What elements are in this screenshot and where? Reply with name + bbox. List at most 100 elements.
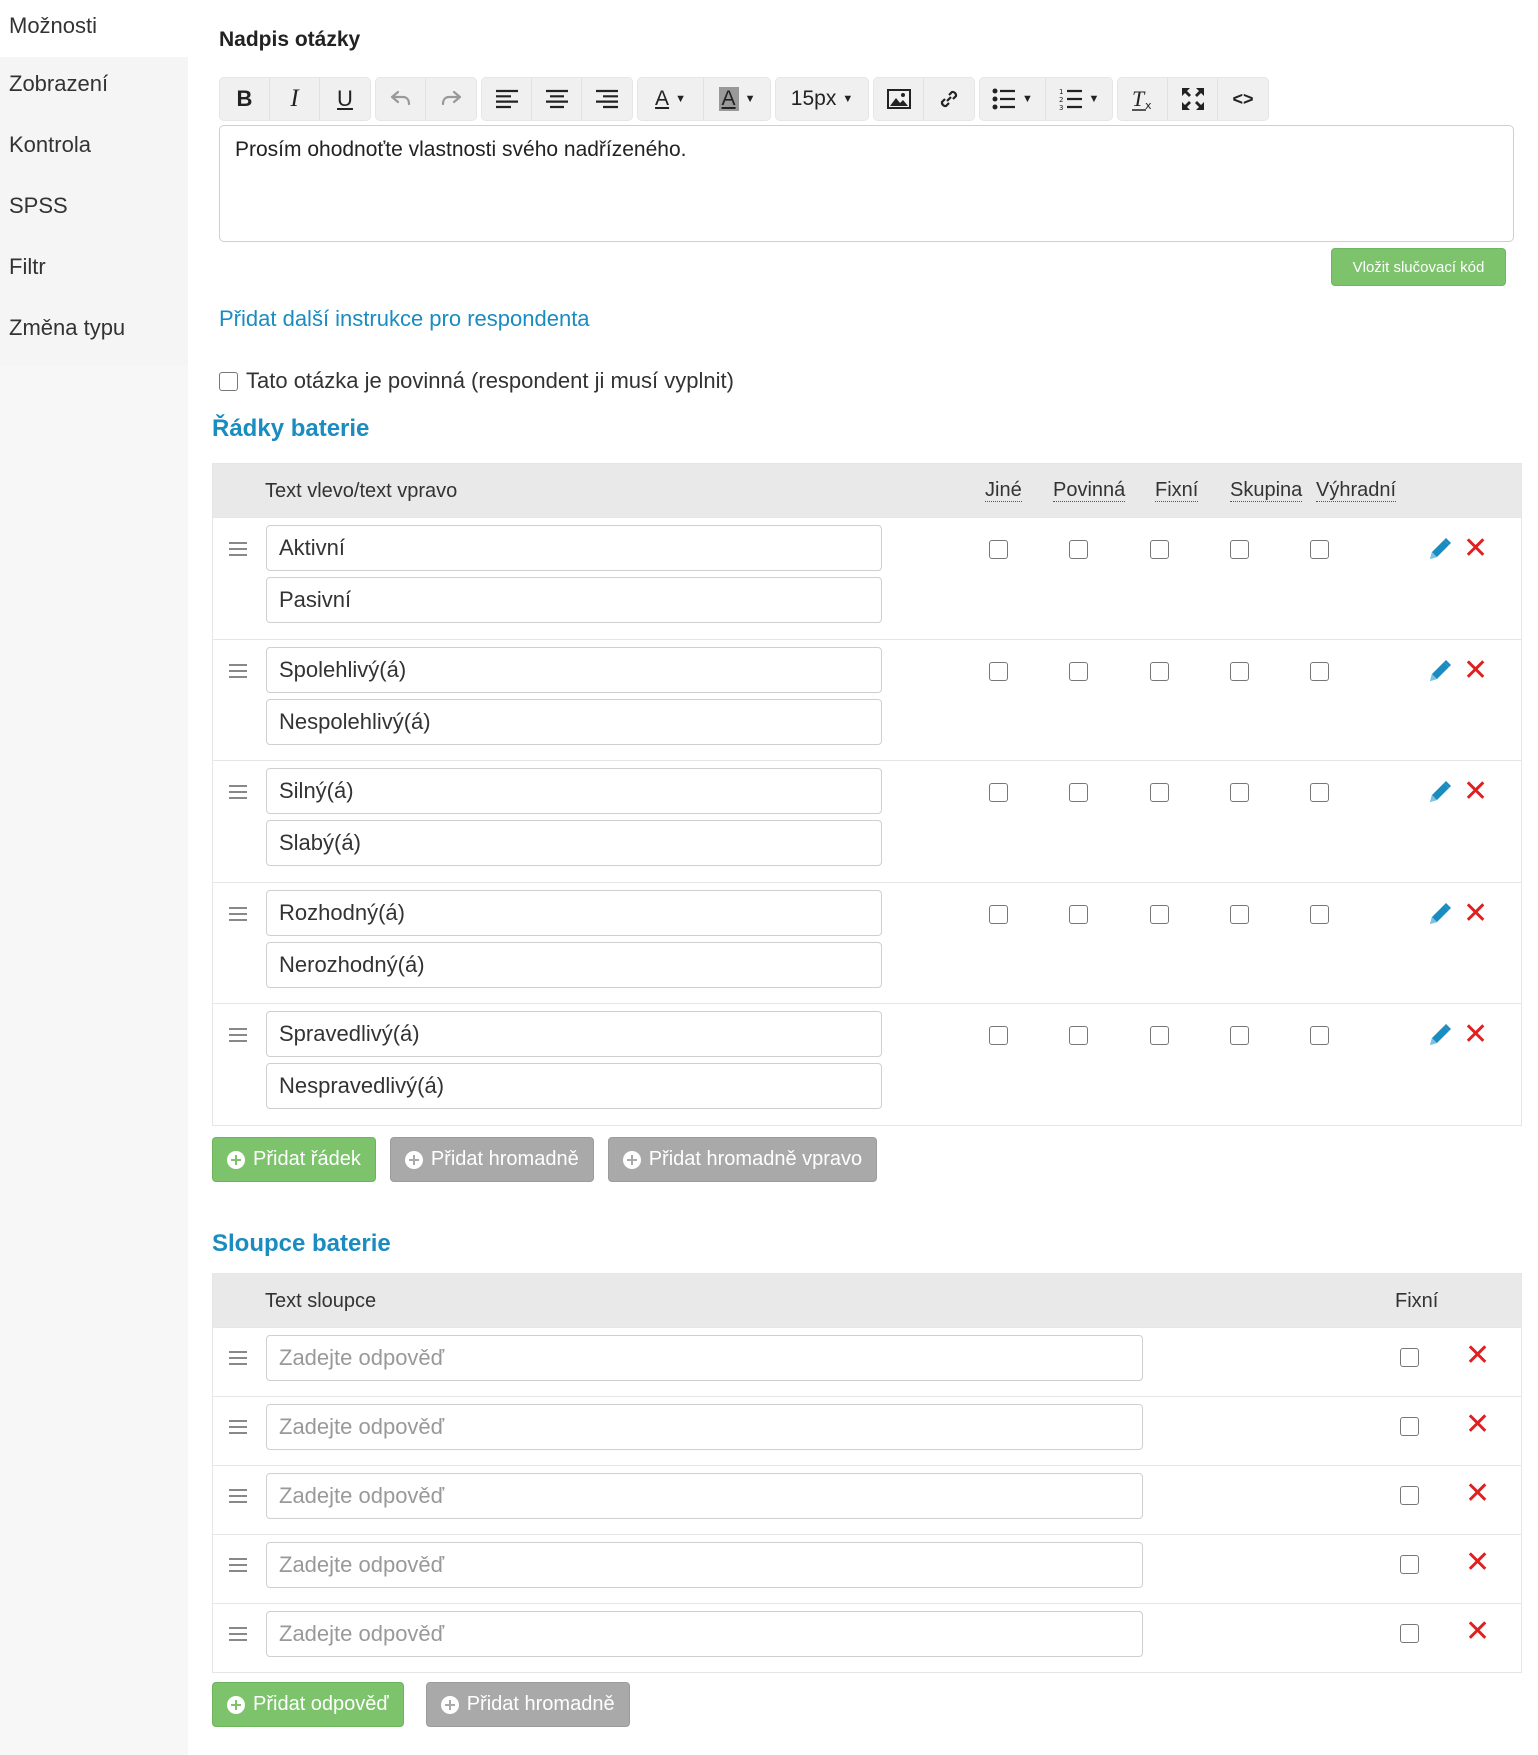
row-other-checkbox[interactable] xyxy=(989,904,1008,924)
bullet-list-button[interactable]: ▼ xyxy=(980,78,1046,120)
row-exclusive-checkbox[interactable] xyxy=(1310,783,1329,802)
clear-format-button[interactable]: Tx xyxy=(1118,78,1168,120)
row-exclusive-checkbox[interactable] xyxy=(1310,661,1329,681)
row-group-checkbox[interactable] xyxy=(1230,661,1249,681)
row-left-text-input[interactable]: Aktivní xyxy=(266,525,882,571)
delete-icon[interactable]: ✕ xyxy=(1465,1479,1490,1509)
delete-icon[interactable]: ✕ xyxy=(1463,534,1488,564)
align-left-button[interactable] xyxy=(482,78,532,120)
sidebar-item-filtr[interactable]: Filtr xyxy=(0,240,188,301)
row-required-checkbox[interactable] xyxy=(1069,904,1088,924)
sidebar-item-spss[interactable]: SPSS xyxy=(0,179,188,240)
row-left-text-input[interactable]: Spravedlivý(á) xyxy=(266,1011,882,1057)
pencil-icon[interactable] xyxy=(1425,1022,1453,1050)
delete-icon[interactable]: ✕ xyxy=(1463,898,1488,929)
pencil-icon[interactable] xyxy=(1425,901,1453,929)
row-group-checkbox[interactable] xyxy=(1230,783,1249,802)
redo-button[interactable] xyxy=(426,78,476,120)
column-fixed-checkbox[interactable] xyxy=(1400,1624,1419,1643)
row-required-checkbox[interactable] xyxy=(1069,661,1088,681)
sidebar-item-kontrola[interactable]: Kontrola xyxy=(0,118,188,179)
source-code-button[interactable]: <> xyxy=(1218,78,1268,120)
row-right-text-input[interactable]: Nespolehlivý(á) xyxy=(266,698,882,745)
row-fixed-checkbox[interactable] xyxy=(1150,1026,1169,1045)
drag-handle-icon[interactable] xyxy=(229,906,247,925)
drag-handle-icon[interactable] xyxy=(229,1558,247,1576)
drag-handle-icon[interactable] xyxy=(229,1420,247,1438)
pencil-icon[interactable] xyxy=(1425,779,1453,807)
row-exclusive-checkbox[interactable] xyxy=(1310,540,1329,559)
delete-icon[interactable]: ✕ xyxy=(1463,1020,1488,1050)
align-right-button[interactable] xyxy=(582,78,632,120)
row-fixed-checkbox[interactable] xyxy=(1150,904,1169,924)
underline-button[interactable]: U xyxy=(320,78,370,120)
font-size-dropdown[interactable]: 15px ▼ xyxy=(776,78,868,120)
row-other-checkbox[interactable] xyxy=(989,1026,1008,1045)
italic-button[interactable]: I xyxy=(270,78,320,120)
fullscreen-button[interactable] xyxy=(1168,78,1218,120)
add-bulk-button[interactable]: Přidat hromadně xyxy=(389,1137,594,1182)
row-right-text-input[interactable]: Slabý(á) xyxy=(266,820,882,866)
delete-icon[interactable]: ✕ xyxy=(1465,1548,1490,1578)
row-left-text-input[interactable]: Rozhodný(á) xyxy=(266,889,882,936)
sidebar-item-moznosti[interactable]: Možnosti xyxy=(0,0,190,57)
column-text-input[interactable]: Zadejte odpověď xyxy=(266,1473,1143,1519)
text-color-button[interactable]: A ▼ xyxy=(638,78,704,120)
column-text-input[interactable]: Zadejte odpověď xyxy=(266,1404,1143,1450)
column-fixed-checkbox[interactable] xyxy=(1400,1417,1419,1436)
pencil-icon[interactable] xyxy=(1425,658,1453,686)
drag-handle-icon[interactable] xyxy=(229,1489,247,1507)
delete-icon[interactable]: ✕ xyxy=(1463,777,1488,807)
drag-handle-icon[interactable] xyxy=(229,663,247,682)
add-instructions-link[interactable]: Přidat další instrukce pro respondenta xyxy=(219,306,590,332)
insert-image-button[interactable] xyxy=(874,78,924,120)
row-group-checkbox[interactable] xyxy=(1230,904,1249,924)
drag-handle-icon[interactable] xyxy=(229,785,247,803)
row-fixed-checkbox[interactable] xyxy=(1150,783,1169,802)
insert-merge-code-button[interactable]: Vložit slučovací kód xyxy=(1331,248,1506,286)
column-text-input[interactable]: Zadejte odpověď xyxy=(266,1611,1143,1657)
undo-button[interactable] xyxy=(376,78,426,120)
align-center-button[interactable] xyxy=(532,78,582,120)
row-group-checkbox[interactable] xyxy=(1230,540,1249,559)
sidebar-item-zobrazeni[interactable]: Zobrazení xyxy=(0,57,188,118)
drag-handle-icon[interactable] xyxy=(229,1028,247,1046)
drag-handle-icon[interactable] xyxy=(229,1351,247,1369)
row-fixed-checkbox[interactable] xyxy=(1150,540,1169,559)
add-row-button[interactable]: Přidat řádek xyxy=(212,1137,376,1182)
row-left-text-input[interactable]: Silný(á) xyxy=(266,768,882,814)
required-checkbox[interactable] xyxy=(219,371,238,391)
question-editor[interactable]: Prosím ohodnoťte vlastnosti svého nadříz… xyxy=(219,125,1514,242)
row-exclusive-checkbox[interactable] xyxy=(1310,1026,1329,1045)
row-other-checkbox[interactable] xyxy=(989,540,1008,559)
column-text-input[interactable]: Zadejte odpověď xyxy=(266,1335,1143,1381)
add-bulk-columns-button[interactable]: Přidat hromadně xyxy=(425,1682,630,1727)
bold-button[interactable]: B xyxy=(220,78,270,120)
row-fixed-checkbox[interactable] xyxy=(1150,661,1169,681)
delete-icon[interactable]: ✕ xyxy=(1465,1341,1490,1371)
pencil-icon[interactable] xyxy=(1425,536,1453,564)
column-fixed-checkbox[interactable] xyxy=(1400,1348,1419,1367)
row-required-checkbox[interactable] xyxy=(1069,783,1088,802)
row-right-text-input[interactable]: Pasivní xyxy=(266,577,882,623)
row-group-checkbox[interactable] xyxy=(1230,1026,1249,1045)
row-other-checkbox[interactable] xyxy=(989,783,1008,802)
row-right-text-input[interactable]: Nespravedlivý(á) xyxy=(266,1063,882,1109)
sidebar-item-zmena-typu[interactable]: Změna typu xyxy=(0,301,188,362)
drag-handle-icon[interactable] xyxy=(229,1627,247,1645)
add-bulk-right-button[interactable]: Přidat hromadně vpravo xyxy=(607,1137,878,1182)
row-exclusive-checkbox[interactable] xyxy=(1310,904,1329,924)
row-other-checkbox[interactable] xyxy=(989,661,1008,681)
background-color-button[interactable]: A ▼ xyxy=(704,78,770,120)
row-required-checkbox[interactable] xyxy=(1069,1026,1088,1045)
delete-icon[interactable]: ✕ xyxy=(1463,655,1488,686)
row-left-text-input[interactable]: Spolehlivý(á) xyxy=(266,646,882,693)
add-answer-button[interactable]: Přidat odpověď xyxy=(212,1682,404,1727)
delete-icon[interactable]: ✕ xyxy=(1465,1617,1490,1647)
delete-icon[interactable]: ✕ xyxy=(1465,1410,1490,1440)
column-fixed-checkbox[interactable] xyxy=(1400,1486,1419,1505)
drag-handle-icon[interactable] xyxy=(229,542,247,560)
column-fixed-checkbox[interactable] xyxy=(1400,1555,1419,1574)
insert-link-button[interactable] xyxy=(924,78,974,120)
numbered-list-button[interactable]: 123 ▼ xyxy=(1046,78,1112,120)
